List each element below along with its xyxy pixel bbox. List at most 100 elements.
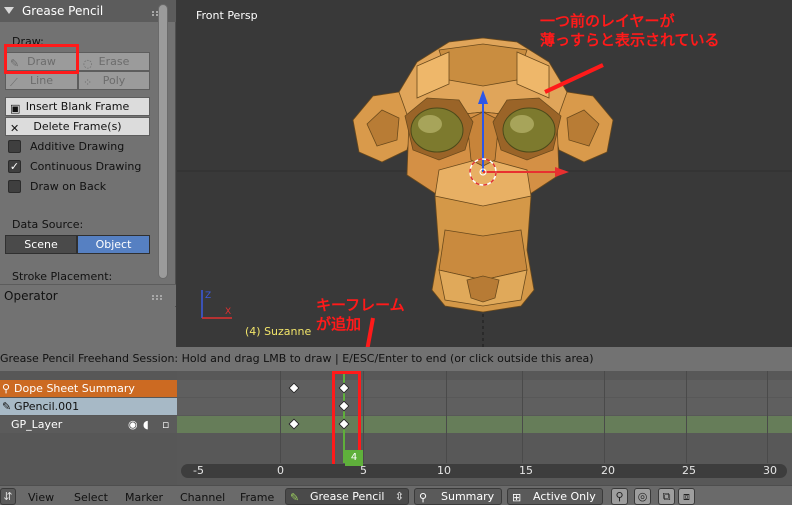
- timeline-row-gpencil: [177, 398, 792, 415]
- ruler-tick: 25: [682, 464, 696, 477]
- annotation-note-top-line1: 一つ前のレイヤーが: [540, 12, 675, 30]
- ruler-tick: 30: [763, 464, 777, 477]
- operator-panel-body: [0, 307, 176, 347]
- 3d-viewport[interactable]: Z X Front Persp (4) Suzanne 一つ前のレイヤーが 薄っ…: [177, 0, 792, 347]
- operator-title: Operator: [4, 289, 58, 303]
- active-only-toggle[interactable]: ⊞ Active Only: [507, 488, 603, 505]
- dropdown-arrows-icon: ⇳: [394, 490, 404, 503]
- timeline-row-summary: [177, 380, 792, 397]
- continuous-drawing-checkbox[interactable]: ✓: [8, 160, 21, 173]
- editor-type-icon[interactable]: ⇵: [0, 488, 16, 505]
- channel-list: ⚲ Dope Sheet Summary ✎ GPencil.001 GP_La…: [0, 371, 177, 485]
- ruler-tick: -5: [193, 464, 204, 477]
- data-source-object-toggle[interactable]: Object: [77, 235, 150, 254]
- dope-sheet-timeline[interactable]: -5 0 5 10 15 20 25 30 4: [177, 371, 792, 485]
- active-only-icon: ⊞: [512, 491, 522, 504]
- grid-line-15: [522, 371, 523, 463]
- shelf-scrollbar[interactable]: [158, 4, 168, 279]
- speaker-icon[interactable]: ◖: [143, 416, 149, 433]
- channel-label: Dope Sheet Summary: [14, 382, 135, 395]
- insert-blank-frame-button[interactable]: ▣ Insert Blank Frame: [5, 97, 150, 116]
- x-arrow-icon[interactable]: [555, 167, 569, 177]
- summary-label: Summary: [441, 490, 495, 503]
- active-object-label: (4) Suzanne: [245, 325, 312, 338]
- filter-icon[interactable]: ◎: [634, 488, 651, 505]
- viewport-canvas: Z X: [177, 37, 792, 347]
- ruler-tick: 15: [519, 464, 533, 477]
- insert-blank-frame-label: Insert Blank Frame: [25, 100, 130, 113]
- mode-dropdown[interactable]: ✎ Grease Pencil ⇳: [285, 488, 409, 505]
- current-frame-badge[interactable]: 4: [345, 450, 363, 466]
- channel-label: GP_Layer: [11, 418, 63, 431]
- channel-dope-sheet-summary[interactable]: ⚲ Dope Sheet Summary: [0, 380, 177, 397]
- grid-line-10: [446, 371, 447, 463]
- pencil-icon: ✎: [290, 491, 300, 504]
- panel-title: Grease Pencil: [22, 4, 104, 18]
- annotation-note-top-line2: 薄っすらと表示されている: [540, 31, 720, 49]
- ruler-tick: 20: [601, 464, 615, 477]
- collapse-triangle-icon[interactable]: [4, 7, 14, 14]
- operator-status-bar: Grease Pencil Freehand Session: Hold and…: [0, 347, 792, 371]
- menu-view[interactable]: View: [28, 491, 54, 504]
- draw-on-back-checkbox[interactable]: [8, 180, 21, 193]
- channel-gpencil-001[interactable]: ✎ GPencil.001: [0, 398, 177, 415]
- summary-toggle[interactable]: ⚲ Summary: [414, 488, 502, 505]
- poly-icon: ⁘: [83, 76, 93, 89]
- search-icon[interactable]: ⚲: [611, 488, 628, 505]
- lock-icon[interactable]: ▫: [162, 416, 169, 433]
- line-icon: ⟋: [10, 76, 18, 89]
- line-button-label: Line: [30, 74, 53, 87]
- draw-on-back-label: Draw on Back: [30, 180, 107, 193]
- left-eye-highlight: [418, 115, 442, 133]
- grid-line-25: [686, 371, 687, 463]
- stroke-placement-label: Stroke Placement:: [12, 270, 113, 283]
- delete-x-icon: ✕: [10, 122, 20, 135]
- eye-icon[interactable]: ◉: [128, 416, 138, 433]
- right-eye-highlight: [510, 115, 534, 133]
- grid-line-5: [363, 371, 364, 463]
- active-only-label: Active Only: [533, 490, 596, 503]
- mini-x-text: X: [225, 307, 231, 317]
- delete-frames-button[interactable]: ✕ Delete Frame(s): [5, 117, 150, 136]
- ruler-tick: 5: [360, 464, 367, 477]
- data-source-scene-toggle[interactable]: Scene: [5, 235, 77, 254]
- menu-channel[interactable]: Channel: [180, 491, 225, 504]
- additive-drawing-checkbox[interactable]: [8, 140, 21, 153]
- pencil-icon: ✎: [2, 400, 12, 413]
- paste-keyframes-icon[interactable]: ⧈: [678, 488, 695, 505]
- annotation-note-keyframe: キーフレーム が追加: [316, 296, 405, 334]
- menu-select[interactable]: Select: [74, 491, 108, 504]
- menu-frame[interactable]: Frame: [240, 491, 274, 504]
- operator-panel-header[interactable]: Operator: [0, 284, 176, 306]
- draw-highlight-box: [4, 44, 79, 74]
- mode-dropdown-label: Grease Pencil: [310, 490, 385, 503]
- eraser-icon: ◌: [83, 57, 93, 70]
- poly-button-label: Poly: [102, 74, 126, 87]
- additive-drawing-label: Additive Drawing: [30, 140, 125, 153]
- data-source-label: Data Source:: [12, 218, 84, 231]
- ruler-tick: 0: [277, 464, 284, 477]
- copy-keyframes-icon[interactable]: ⧉: [658, 488, 675, 505]
- grid-line-20: [604, 371, 605, 463]
- continuous-drawing-label: Continuous Drawing: [30, 160, 142, 173]
- channel-gp-layer[interactable]: GP_Layer ◉ ◖ ▫: [0, 416, 177, 433]
- summary-icon: ⚲: [419, 491, 428, 504]
- annotation-note-top: 一つ前のレイヤーが 薄っすらと表示されている: [540, 12, 720, 50]
- mini-z-text: Z: [205, 291, 211, 301]
- summary-icon: ⚲: [2, 382, 11, 395]
- grease-pencil-panel-header[interactable]: Grease Pencil: [0, 0, 176, 22]
- erase-button-label: Erase: [98, 55, 130, 68]
- grid-line-0: [280, 371, 281, 463]
- annotation-note-keyframe-line2: が追加: [316, 315, 362, 333]
- dope-sheet-editor: ⚲ Dope Sheet Summary ✎ GPencil.001 GP_La…: [0, 371, 792, 485]
- grid-line-30: [767, 371, 768, 463]
- menu-marker[interactable]: Marker: [125, 491, 163, 504]
- operator-grip-icon[interactable]: [152, 295, 162, 300]
- channel-label: GPencil.001: [14, 400, 80, 413]
- poly-button[interactable]: ⁘ Poly: [78, 71, 150, 90]
- ruler-tick: 10: [437, 464, 451, 477]
- delete-frames-label: Delete Frame(s): [33, 120, 122, 133]
- frame-ruler[interactable]: -5 0 5 10 15 20 25 30: [181, 464, 787, 478]
- erase-button[interactable]: ◌ Erase: [78, 52, 150, 71]
- tool-shelf: Grease Pencil Draw: ✎ Draw ◌ Erase ⟋ Lin…: [0, 0, 176, 347]
